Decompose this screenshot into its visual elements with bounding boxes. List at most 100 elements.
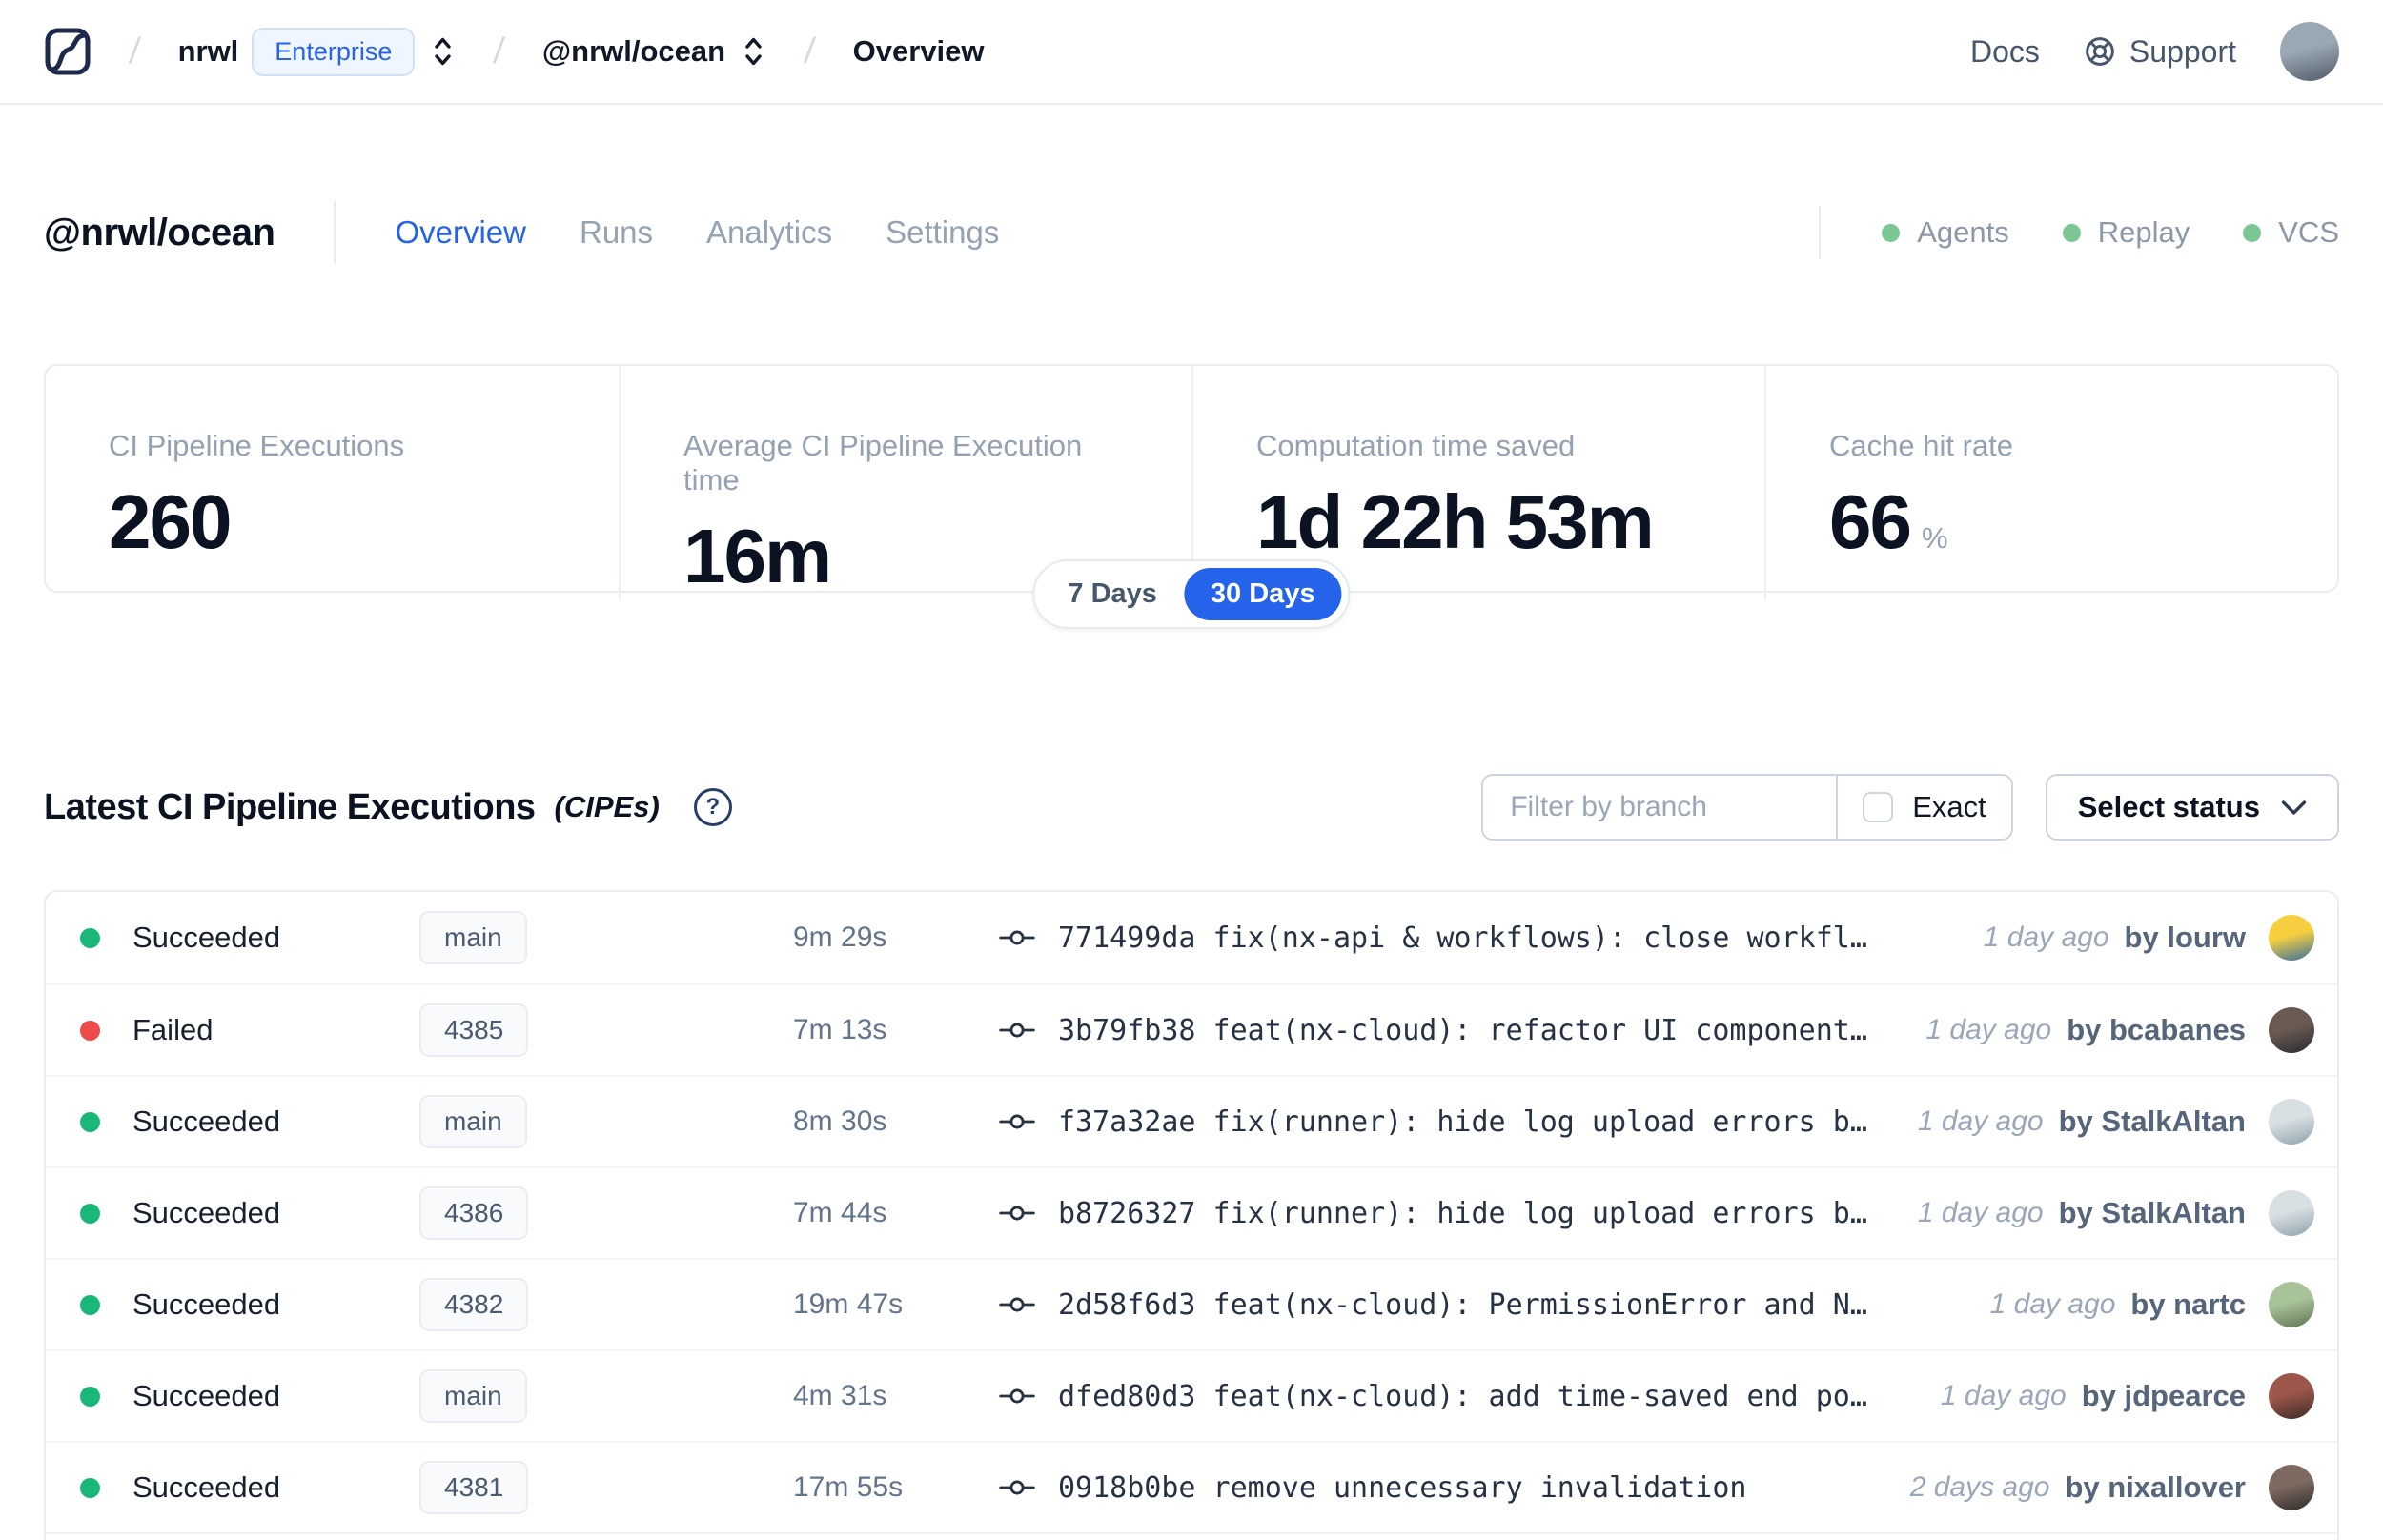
branch-badge[interactable]: main bbox=[419, 911, 527, 964]
breadcrumb-separator: / bbox=[802, 30, 817, 71]
green-dot-icon bbox=[2243, 223, 2262, 242]
tab-runs[interactable]: Runs bbox=[580, 214, 653, 251]
card-value: 260 bbox=[109, 479, 232, 564]
cipe-time-ago: 1 day ago bbox=[1917, 1105, 2044, 1137]
nx-cloud-logo-icon[interactable] bbox=[44, 27, 92, 76]
cipe-row[interactable]: Succeeded 4386 7m 44s b8726327 fix(runne… bbox=[46, 1166, 2337, 1258]
cipe-author: by StalkAltan bbox=[2058, 1104, 2246, 1138]
card-value: 1d 22h 53m bbox=[1256, 479, 1655, 564]
support-link[interactable]: Support bbox=[2084, 34, 2236, 70]
cipe-status: Succeeded bbox=[132, 1287, 281, 1321]
commit-message[interactable]: 0918b0be remove unnecessary invalidation bbox=[1058, 1471, 1746, 1505]
breadcrumb: / nrwl Enterprise / @nrwl/ocean / Overvi… bbox=[44, 27, 985, 76]
cipe-table-body: Succeeded main 9m 29s 771499da fix(nx-ap… bbox=[46, 892, 2337, 1532]
indicator-vcs[interactable]: VCS bbox=[2243, 215, 2339, 250]
tab-settings[interactable]: Settings bbox=[886, 214, 999, 251]
branch-badge[interactable]: 4386 bbox=[419, 1186, 529, 1240]
cipe-author: by nixallover bbox=[2065, 1470, 2246, 1504]
cipe-author: by jdpearce bbox=[2081, 1379, 2246, 1412]
help-icon[interactable]: ? bbox=[693, 788, 732, 826]
tab-overview[interactable]: Overview bbox=[395, 214, 526, 251]
cipe-row[interactable]: Failed 4385 7m 13s 3b79fb38 feat(nx-clou… bbox=[46, 983, 2337, 1075]
status-dot-icon bbox=[80, 1203, 100, 1224]
git-commit-icon bbox=[995, 1018, 1039, 1043]
git-commit-icon bbox=[995, 925, 1039, 950]
user-avatar[interactable] bbox=[2280, 22, 2339, 81]
workspace-header: @nrwl/ocean Overview Runs Analytics Sett… bbox=[0, 192, 2383, 273]
card-value: 16m bbox=[683, 514, 832, 598]
git-commit-icon bbox=[995, 1292, 1039, 1317]
commit-message[interactable]: 2d58f6d3 feat(nx-cloud): PermissionError… bbox=[1058, 1288, 1867, 1322]
cipe-duration: 19m 47s bbox=[793, 1288, 904, 1320]
cipe-status: Succeeded bbox=[132, 921, 281, 954]
breadcrumb-separator: / bbox=[492, 30, 507, 71]
status-dot-icon bbox=[80, 1020, 100, 1041]
card-label: Computation time saved bbox=[1256, 429, 1576, 462]
card-cache-hit-rate: Cache hit rate 66% bbox=[1764, 366, 2337, 600]
indicator-replay[interactable]: Replay bbox=[2062, 215, 2190, 250]
date-range-toggle: 7 Days 30 Days bbox=[1032, 558, 1351, 629]
next-row-stub bbox=[46, 1532, 2337, 1540]
top-navbar: / nrwl Enterprise / @nrwl/ocean / Overvi… bbox=[0, 0, 2383, 105]
branch-badge[interactable]: main bbox=[419, 1369, 527, 1423]
cipe-status: Failed bbox=[132, 1013, 214, 1046]
cipe-status: Succeeded bbox=[132, 1196, 281, 1229]
indicator-agents[interactable]: Agents bbox=[1882, 215, 2009, 250]
cipe-duration: 7m 44s bbox=[793, 1197, 887, 1228]
lifebuoy-icon bbox=[2084, 35, 2116, 68]
commit-message[interactable]: b8726327 fix(runner): hide log upload er… bbox=[1058, 1197, 1867, 1230]
header-divider bbox=[334, 201, 336, 264]
author-avatar bbox=[2269, 1465, 2314, 1510]
cipe-duration: 9m 29s bbox=[793, 922, 887, 953]
cipe-time-ago: 2 days ago bbox=[1909, 1471, 2050, 1503]
cipe-section-title: Latest CI Pipeline Executions bbox=[44, 786, 536, 827]
toggle-7-days[interactable]: 7 Days bbox=[1041, 568, 1184, 620]
breadcrumb-org[interactable]: nrwl bbox=[178, 34, 239, 69]
chevron-down-icon bbox=[2281, 800, 2307, 816]
exact-checkbox[interactable] bbox=[1863, 792, 1894, 822]
status-dot-icon bbox=[80, 1111, 100, 1132]
commit-message[interactable]: dfed80d3 feat(nx-cloud): add time-saved … bbox=[1058, 1380, 1867, 1413]
card-ci-pipeline-executions: CI Pipeline Executions 260 bbox=[46, 366, 619, 600]
cipe-duration: 17m 55s bbox=[793, 1471, 904, 1503]
org-switcher-chevrons-icon[interactable] bbox=[430, 34, 456, 69]
cipe-filters: Exact Select status bbox=[1481, 774, 2339, 841]
git-commit-icon bbox=[995, 1109, 1039, 1134]
cipe-duration: 7m 13s bbox=[793, 1014, 887, 1045]
commit-message[interactable]: 3b79fb38 feat(nx-cloud): refactor UI com… bbox=[1058, 1014, 1867, 1047]
cipe-row[interactable]: Succeeded main 9m 29s 771499da fix(nx-ap… bbox=[46, 892, 2337, 983]
git-commit-icon bbox=[995, 1201, 1039, 1226]
branch-badge[interactable]: 4385 bbox=[419, 1003, 529, 1057]
cipe-row[interactable]: Succeeded 4382 19m 47s 2d58f6d3 feat(nx-… bbox=[46, 1258, 2337, 1349]
cipe-row[interactable]: Succeeded main 4m 31s dfed80d3 feat(nx-c… bbox=[46, 1349, 2337, 1441]
toggle-30-days[interactable]: 30 Days bbox=[1183, 567, 1342, 620]
cipe-row[interactable]: Succeeded main 8m 30s f37a32ae fix(runne… bbox=[46, 1075, 2337, 1166]
branch-badge[interactable]: 4382 bbox=[419, 1278, 529, 1331]
branch-filter-input[interactable] bbox=[1483, 776, 1837, 839]
git-commit-icon bbox=[995, 1475, 1039, 1500]
breadcrumb-workspace[interactable]: @nrwl/ocean bbox=[542, 34, 725, 69]
cipe-row[interactable]: Succeeded 4381 17m 55s 0918b0be remove u… bbox=[46, 1441, 2337, 1532]
docs-link[interactable]: Docs bbox=[1970, 34, 2040, 70]
select-status-button[interactable]: Select status bbox=[2045, 774, 2339, 841]
indicators-divider bbox=[1819, 206, 1822, 259]
card-label: Cache hit rate bbox=[1829, 429, 2013, 462]
branch-badge[interactable]: 4381 bbox=[419, 1461, 529, 1514]
card-value: 66 bbox=[1829, 479, 1912, 564]
status-dot-icon bbox=[80, 1386, 100, 1407]
select-status-label: Select status bbox=[2077, 790, 2260, 823]
cipe-duration: 4m 31s bbox=[793, 1380, 887, 1411]
cipe-time-ago: 1 day ago bbox=[1925, 1014, 2052, 1045]
author-avatar bbox=[2269, 915, 2314, 961]
commit-message[interactable]: f37a32ae fix(runner): hide log upload er… bbox=[1058, 1105, 1867, 1139]
exact-checkbox-zone[interactable]: Exact bbox=[1838, 776, 2011, 839]
status-dot-icon bbox=[80, 1294, 100, 1315]
status-dot-icon bbox=[80, 1477, 100, 1498]
workspace-switcher-chevrons-icon[interactable] bbox=[741, 34, 766, 69]
tab-analytics[interactable]: Analytics bbox=[706, 214, 832, 251]
commit-message[interactable]: 771499da fix(nx-api & workflows): close … bbox=[1058, 922, 1867, 955]
cipe-status: Succeeded bbox=[132, 1470, 281, 1504]
branch-filter-group: Exact bbox=[1481, 774, 2013, 841]
indicator-label: VCS bbox=[2278, 215, 2339, 249]
branch-badge[interactable]: main bbox=[419, 1095, 527, 1148]
